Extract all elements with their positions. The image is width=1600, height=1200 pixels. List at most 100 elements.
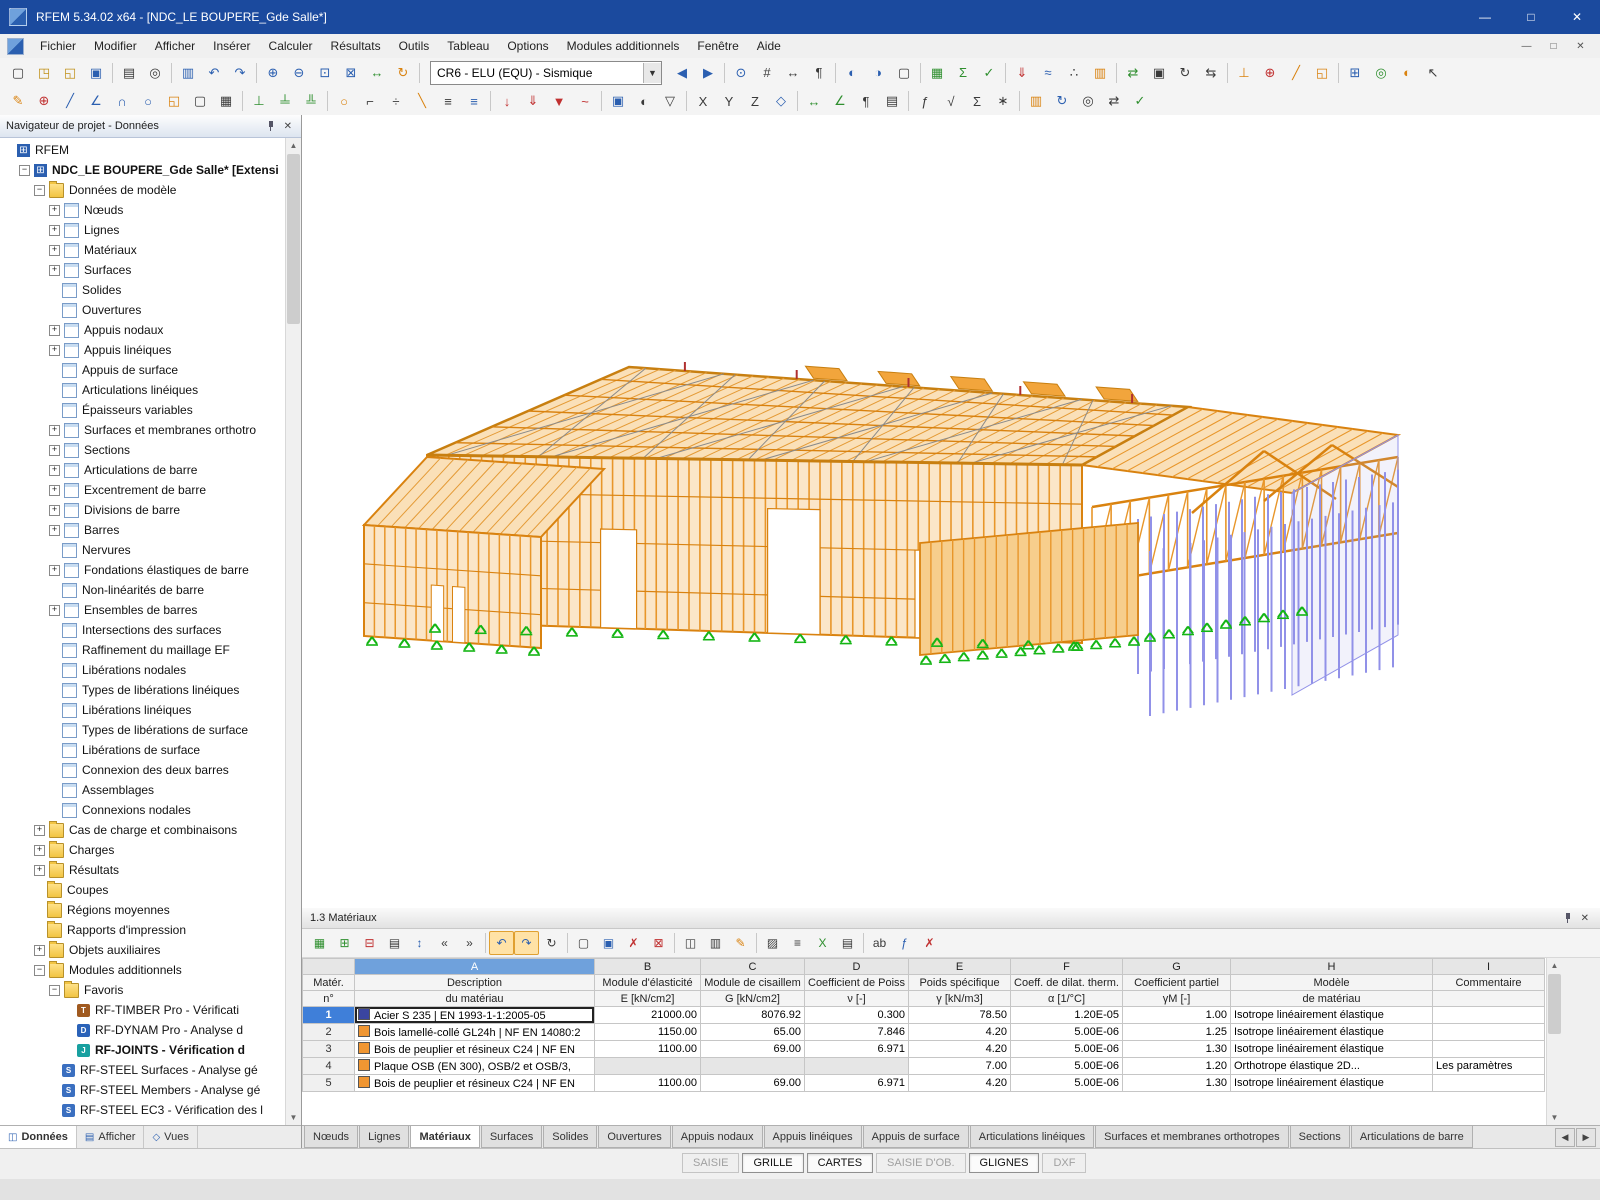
tree-item-surfaces[interactable]: +Surfaces (0, 260, 285, 280)
tree-expander-icon[interactable]: + (49, 605, 60, 616)
scroll-up-icon[interactable]: ▲ (286, 138, 301, 153)
cell-elasticity[interactable]: 21000.00 (595, 1007, 701, 1024)
full-screen-button[interactable]: ↖ (1420, 60, 1446, 86)
cell-dilatation[interactable]: 1.20E-05 (1011, 1007, 1123, 1024)
cell-elasticity[interactable]: 1100.00 (595, 1075, 701, 1092)
view-z-button[interactable]: Z (742, 88, 768, 114)
cell-description[interactable]: Bois lamellé-collé GL24h | NF EN 14080:2 (355, 1024, 595, 1041)
sum-tool-button[interactable]: Σ (964, 88, 990, 114)
model-viewport[interactable] (302, 115, 1600, 908)
rotate-view-button[interactable]: ↻ (390, 60, 416, 86)
column-filter-button[interactable]: ▥ (703, 931, 728, 955)
check-model-button[interactable]: ✓ (976, 60, 1002, 86)
nav-next-button[interactable]: ▶ (695, 60, 721, 86)
tree-expander-icon[interactable]: + (49, 445, 60, 456)
tree-expander-icon[interactable]: + (49, 205, 60, 216)
zoom-all-button[interactable]: ⊠ (338, 60, 364, 86)
menu-options[interactable]: Options (498, 35, 557, 57)
tree-item-non-linearites-de-barre[interactable]: Non-linéarités de barre (0, 580, 285, 600)
cell-poisson[interactable]: 0.300 (805, 1007, 909, 1024)
menu-modifier[interactable]: Modifier (85, 35, 146, 57)
tree-item-liberations-lineiques[interactable]: Libérations linéiques (0, 700, 285, 720)
chevron-down-icon[interactable]: ▼ (643, 63, 661, 83)
new-line-button[interactable]: ╱ (57, 88, 83, 114)
show-loads-button[interactable]: ⇓ (1009, 60, 1035, 86)
cell-partial-factor[interactable]: 1.30 (1123, 1041, 1231, 1058)
tree-expander-icon[interactable]: + (34, 845, 45, 856)
tree-item-articulations-lineiques[interactable]: Articulations linéiques (0, 380, 285, 400)
tree-expander-icon[interactable]: + (34, 825, 45, 836)
cell-description[interactable]: Bois de peuplier et résineux C24 | NF EN (355, 1075, 595, 1092)
render-mode-button[interactable]: ◐ (1394, 60, 1420, 86)
tree-item-objets-auxiliaires[interactable]: +Objets auxiliaires (0, 940, 285, 960)
tree-item-solides[interactable]: Solides (0, 280, 285, 300)
maximize-button[interactable]: □ (1508, 0, 1554, 34)
select-object-button[interactable]: ⊙ (728, 60, 754, 86)
cell-elasticity[interactable]: 1150.00 (595, 1024, 701, 1041)
column-letter-a[interactable]: A (355, 959, 595, 975)
tree-item-appuis-nodaux[interactable]: +Appuis nodaux (0, 320, 285, 340)
sheet-tab-ouvertures[interactable]: Ouvertures (598, 1126, 670, 1148)
mdi-close-button[interactable]: ✕ (1567, 36, 1594, 56)
clipping-box-button[interactable]: ▢ (891, 60, 917, 86)
show-results-button[interactable]: ≈ (1035, 60, 1061, 86)
sheet-tab-n-uds[interactable]: Nœuds (304, 1126, 358, 1148)
support-surface-button[interactable]: ╩ (298, 88, 324, 114)
table-scrollbar[interactable]: ▲ ▼ (1546, 958, 1562, 1125)
status-toggle-cartes[interactable]: CARTES (807, 1153, 873, 1173)
tab-scroll-right-button[interactable]: ▶ (1576, 1128, 1596, 1147)
menu-inserer[interactable]: Insérer (204, 35, 259, 57)
calculate-all-button[interactable]: Σ (950, 60, 976, 86)
mdi-minimize-button[interactable]: — (1513, 36, 1540, 56)
tree-item-raffinement-du-maillage-ef[interactable]: Raffinement du maillage EF (0, 640, 285, 660)
insert-table-row-button[interactable]: ⊞ (332, 931, 357, 955)
navigator-close-icon[interactable]: ✕ (281, 121, 295, 132)
status-toggle-glignes[interactable]: GLIGNES (969, 1153, 1040, 1173)
tree-expander-icon[interactable]: − (34, 185, 45, 196)
tree-expander-icon[interactable]: + (34, 945, 45, 956)
support-nodal-button[interactable]: ⊥ (246, 88, 272, 114)
row-number-cell[interactable]: 2 (303, 1024, 355, 1041)
scroll-down-icon[interactable]: ▼ (286, 1110, 301, 1125)
rib-tool-button[interactable]: ≡ (435, 88, 461, 114)
tree-expander-icon[interactable]: − (34, 965, 45, 976)
scrollbar-thumb[interactable] (287, 154, 300, 324)
refresh-table-button[interactable]: ↻ (539, 931, 564, 955)
insert-node-button[interactable]: ⊕ (1257, 60, 1283, 86)
copy-button[interactable]: ▥ (175, 60, 201, 86)
jump-first-button[interactable]: « (432, 931, 457, 955)
new-file-button[interactable]: ▢ (5, 60, 31, 86)
dimensions-button[interactable]: ↔ (780, 60, 806, 86)
tree-item-epaisseurs-variables[interactable]: Épaisseurs variables (0, 400, 285, 420)
navigator-tab-afficher[interactable]: ▤Afficher (77, 1126, 145, 1148)
cell-model[interactable]: Isotrope linéairement élastique (1231, 1075, 1433, 1092)
tree-item-rf-steel-surfaces-analyse-ge[interactable]: SRF-STEEL Surfaces - Analyse gé (0, 1060, 285, 1080)
view-x-button[interactable]: X (690, 88, 716, 114)
zoom-in-button[interactable]: ⊕ (260, 60, 286, 86)
jump-back-button[interactable]: ↶ (489, 931, 514, 955)
scroll-down-icon[interactable]: ▼ (1547, 1110, 1562, 1125)
navigator-tab-vues[interactable]: ◇Vues (144, 1126, 197, 1148)
row-number-cell[interactable]: 4 (303, 1058, 355, 1075)
cell-dilatation[interactable]: 5.00E-06 (1011, 1075, 1123, 1092)
swap-view-button[interactable]: ⇄ (1101, 88, 1127, 114)
menu-tableau[interactable]: Tableau (438, 35, 498, 57)
pin-icon[interactable] (1563, 912, 1573, 924)
column-letter-g[interactable]: G (1123, 959, 1231, 975)
insert-member-button[interactable]: ╱ (1283, 60, 1309, 86)
nav-previous-button[interactable]: ◀ (669, 60, 695, 86)
tree-item-rf-steel-members-analyse-ge[interactable]: SRF-STEEL Members - Analyse gé (0, 1080, 285, 1100)
open-file-button[interactable]: ◳ (31, 60, 57, 86)
menu-fichier[interactable]: Fichier (31, 35, 85, 57)
tree-item-liberations-de-surface[interactable]: Libérations de surface (0, 740, 285, 760)
cell-poisson[interactable]: 6.971 (805, 1041, 909, 1058)
tree-item-materiaux[interactable]: +Matériaux (0, 240, 285, 260)
cell-partial-factor[interactable]: 1.00 (1123, 1007, 1231, 1024)
sheet-tab-materiaux[interactable]: Matériaux (410, 1126, 479, 1148)
new-solid-button[interactable]: ▦ (213, 88, 239, 114)
tree-expander-icon[interactable]: − (49, 985, 60, 996)
cell-poisson[interactable]: 6.971 (805, 1075, 909, 1092)
sort-rows-button[interactable]: ↕ (407, 931, 432, 955)
control-panel-button[interactable]: ▥ (1087, 60, 1113, 86)
column-letter-f[interactable]: F (1011, 959, 1123, 975)
